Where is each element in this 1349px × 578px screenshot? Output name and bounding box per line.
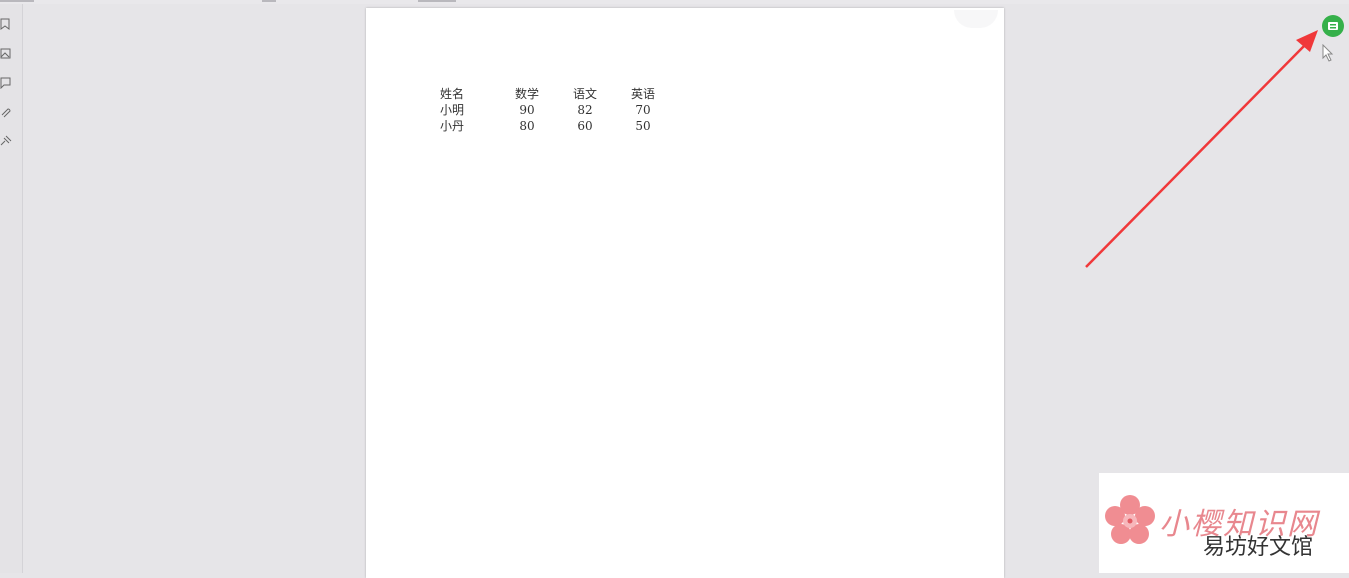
sakura-logo-icon [1105, 495, 1155, 544]
table-cell: 82 [577, 103, 593, 117]
table-cell: 60 [577, 119, 593, 133]
table-cell: 小明 [440, 103, 465, 117]
bookmark-icon[interactable] [0, 18, 12, 30]
table-row: 小丹 80 60 50 [432, 118, 672, 134]
attachment-icon[interactable] [0, 106, 12, 118]
export-excel-icon [1328, 22, 1338, 30]
watermark-subtitle: 易坊好文馆 [1203, 535, 1314, 560]
mouse-cursor-icon [1322, 43, 1334, 66]
page-corner-shadow [954, 10, 998, 28]
toolbar-tab-edge [0, 0, 34, 2]
watermark: 小樱知识网 易坊好文馆 [1099, 473, 1349, 573]
table-header-cell: 姓名 [440, 87, 465, 101]
comment-icon[interactable] [0, 77, 12, 89]
score-table: 姓名 数学 语文 英语 小明 90 82 70 小丹 80 60 50 [432, 86, 672, 134]
image-icon[interactable] [0, 48, 12, 60]
table-cell: 70 [635, 103, 651, 117]
toolbar-control-edge [262, 0, 276, 2]
table-header-row: 姓名 数学 语文 英语 [432, 86, 672, 102]
table-header-cell: 语文 [572, 87, 597, 101]
left-sidebar-rail [0, 4, 23, 573]
document-page: 姓名 数学 语文 英语 小明 90 82 70 小丹 80 60 50 [366, 8, 1004, 578]
export-excel-button[interactable] [1322, 15, 1344, 37]
table-cell: 80 [519, 119, 535, 133]
table-cell: 50 [635, 119, 651, 133]
top-toolbar-strip [0, 0, 1349, 4]
table-cell: 90 [519, 103, 535, 117]
table-row: 小明 90 82 70 [432, 102, 672, 118]
table-header-cell: 英语 [630, 87, 655, 101]
toolbar-control-edge [418, 0, 456, 2]
table-cell: 小丹 [440, 119, 465, 133]
signature-icon[interactable] [0, 135, 12, 147]
table-header-cell: 数学 [514, 87, 539, 101]
